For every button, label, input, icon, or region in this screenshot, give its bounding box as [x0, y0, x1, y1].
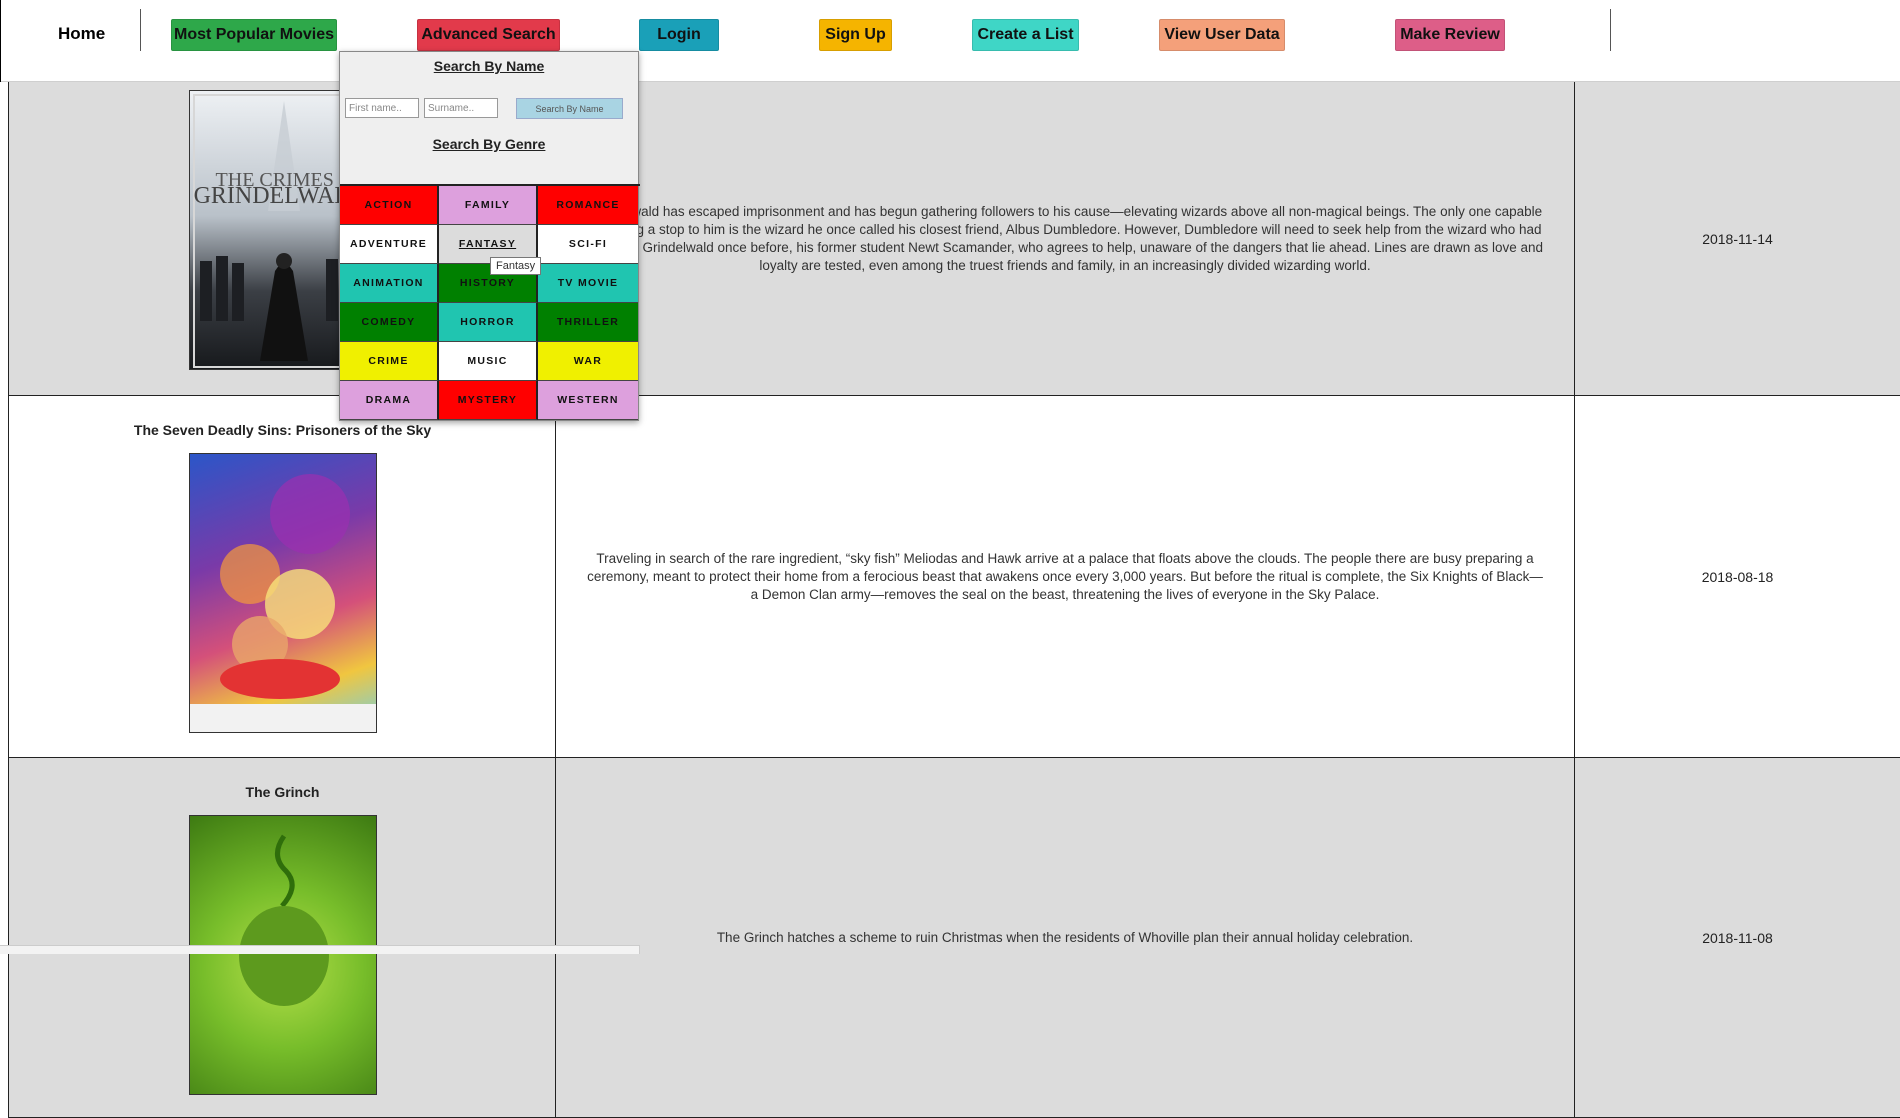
- description-cell: The Grinch hatches a scheme to ruin Chri…: [555, 758, 1574, 1117]
- poster-cell: The Grinch: [8, 758, 555, 1117]
- release-date-cell: 2018-08-18: [1574, 396, 1900, 757]
- surname-input[interactable]: [424, 98, 498, 118]
- genre-drama-button[interactable]: DRAMA: [340, 381, 439, 420]
- genre-sci-fi-button[interactable]: SCI-FI: [538, 225, 638, 264]
- genre-thriller-button[interactable]: THRILLER: [538, 303, 638, 342]
- table-row: THE CRIMES OF GRINDELWALD Grindelwald ha…: [8, 82, 1900, 396]
- genre-music-button[interactable]: MUSIC: [439, 342, 538, 381]
- table-row: The Grinch The Grinch hatches a scheme t…: [8, 758, 1900, 1118]
- grinch-poster-icon[interactable]: [189, 815, 377, 1095]
- make-review-button[interactable]: Make Review: [1395, 19, 1505, 51]
- genre-mystery-button[interactable]: MYSTERY: [439, 381, 538, 420]
- genre-comedy-button[interactable]: COMEDY: [340, 303, 439, 342]
- genre-romance-button[interactable]: ROMANCE: [538, 186, 638, 225]
- movie-title: The Grinch: [245, 784, 320, 800]
- view-user-data-button[interactable]: View User Data: [1159, 19, 1285, 51]
- description-cell: Grindelwald has escaped imprisonment and…: [555, 82, 1574, 395]
- movie-description: The Grinch hatches a scheme to ruin Chri…: [716, 929, 1414, 945]
- movie-description: Grindelwald has escaped imprisonment and…: [586, 203, 1544, 273]
- poster-cell: The Seven Deadly Sins: Prisoners of the …: [8, 396, 555, 757]
- genre-war-button[interactable]: WAR: [538, 342, 638, 381]
- release-date-cell: 2018-11-08: [1574, 758, 1900, 1117]
- most-popular-movies-button[interactable]: Most Popular Movies: [171, 19, 337, 51]
- genre-tv-movie-button[interactable]: TV MOVIE: [538, 264, 638, 303]
- advanced-search-dropdown: Search By Name Search By Name Search By …: [339, 51, 640, 421]
- nav-divider: [140, 9, 141, 51]
- first-name-input[interactable]: [345, 98, 419, 118]
- description-cell: Traveling in search of the rare ingredie…: [555, 396, 1574, 757]
- table-row: The Seven Deadly Sins: Prisoners of the …: [8, 396, 1900, 758]
- search-by-name-heading: Search By Name: [433, 58, 545, 74]
- genre-action-button[interactable]: ACTION: [340, 186, 439, 225]
- genre-tooltip: Fantasy: [490, 257, 542, 275]
- genre-animation-button[interactable]: ANIMATION: [340, 264, 439, 303]
- genre-adventure-button[interactable]: ADVENTURE: [340, 225, 439, 264]
- create-list-button[interactable]: Create a List: [972, 19, 1079, 51]
- release-date: 2018-11-08: [1702, 929, 1773, 946]
- poster-art-icon: [190, 474, 376, 732]
- genre-western-button[interactable]: WESTERN: [538, 381, 638, 420]
- search-by-name-button[interactable]: Search By Name: [516, 98, 623, 119]
- status-bar: [0, 945, 640, 954]
- nav-divider: [1610, 9, 1611, 51]
- movie-description: Traveling in search of the rare ingredie…: [587, 550, 1543, 602]
- home-link[interactable]: Home: [58, 24, 105, 44]
- release-date-cell: 2018-11-14: [1574, 82, 1900, 395]
- genre-family-button[interactable]: FAMILY: [439, 186, 538, 225]
- seven-deadly-sins-poster-icon[interactable]: [189, 453, 377, 733]
- top-navbar: Home Most Popular Movies Advanced Search…: [0, 0, 1900, 82]
- nav-border: [0, 0, 1, 82]
- movie-title: The Seven Deadly Sins: Prisoners of the …: [133, 422, 432, 438]
- genre-horror-button[interactable]: HORROR: [439, 303, 538, 342]
- login-button[interactable]: Login: [639, 19, 719, 51]
- advanced-search-button[interactable]: Advanced Search: [417, 19, 560, 51]
- poster-art-icon: [239, 834, 329, 1006]
- genre-crime-button[interactable]: CRIME: [340, 342, 439, 381]
- genre-grid: ACTION FAMILY ROMANCE ADVENTURE FANTASY SCI-F…: [340, 184, 640, 421]
- sign-up-button[interactable]: Sign Up: [819, 19, 892, 51]
- search-by-genre-heading: Search By Genre: [432, 136, 546, 152]
- release-date: 2018-08-18: [1701, 568, 1774, 585]
- release-date: 2018-11-14: [1702, 230, 1773, 247]
